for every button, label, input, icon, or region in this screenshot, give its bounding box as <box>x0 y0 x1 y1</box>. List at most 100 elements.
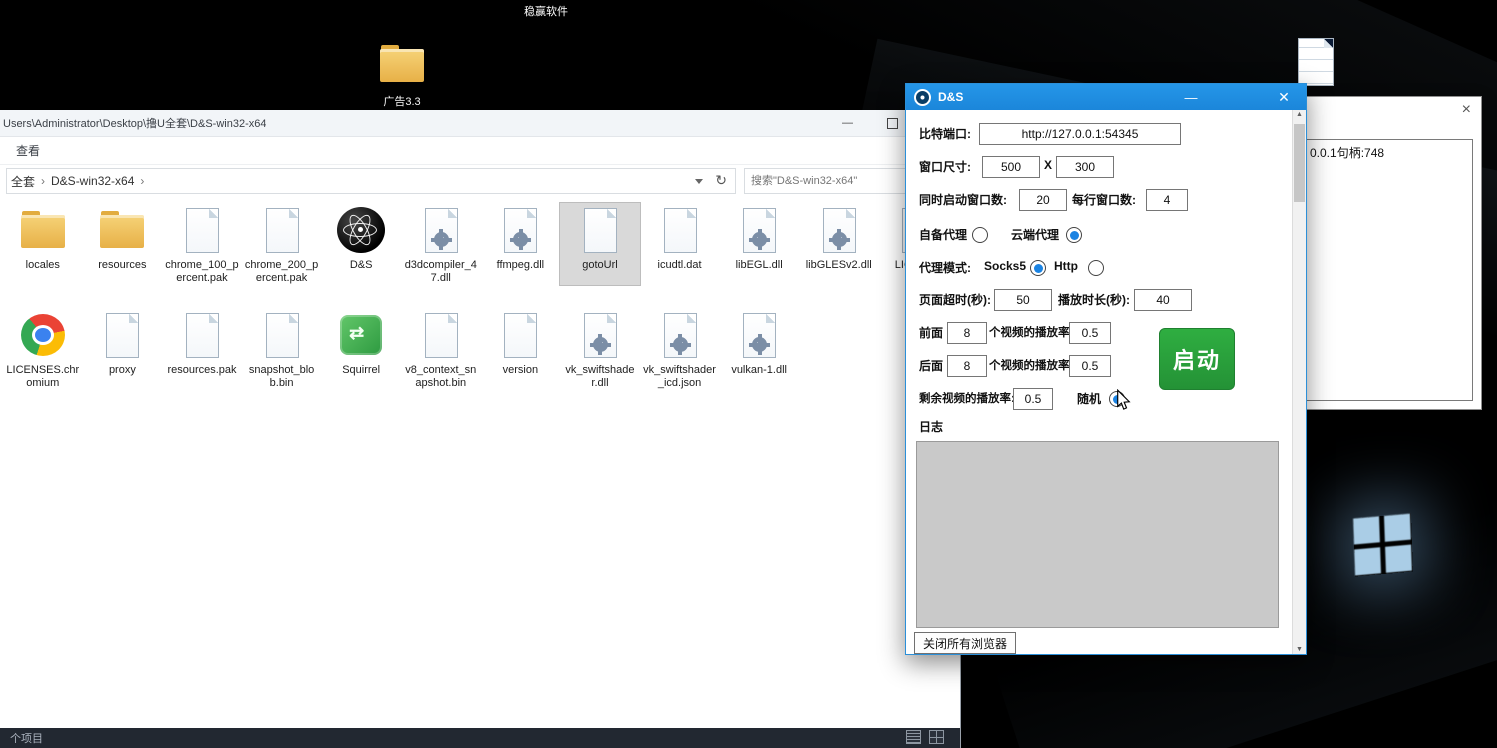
per-row-input[interactable] <box>1146 189 1188 211</box>
gear-doc-icon <box>815 206 863 256</box>
desktop-icon-label-winsoft[interactable]: 稳赢软件 <box>524 3 568 19</box>
back-label: 后面 <box>919 357 943 374</box>
file-item[interactable]: chrome_200_percent.pak <box>242 203 322 285</box>
explorer-titlebar[interactable]: Users\Administrator\Desktop\撸U全套\D&S-win… <box>0 110 960 137</box>
file-item[interactable]: icudtl.dat <box>640 203 720 285</box>
log-line: 0.0.1句柄:748 <box>1310 144 1384 161</box>
remaining-rate-input[interactable] <box>1013 388 1053 410</box>
file-label: resources <box>98 259 146 272</box>
refresh-icon[interactable]: ↻ <box>715 172 727 189</box>
file-item[interactable]: proxy <box>83 308 163 390</box>
file-item[interactable]: LICENSES.chromium <box>3 308 83 390</box>
desktop-icon-text-doc[interactable] <box>1284 38 1348 86</box>
gear-doc-icon <box>656 311 704 361</box>
back-rate-input[interactable] <box>1069 355 1111 377</box>
http-radio[interactable] <box>1088 260 1104 276</box>
file-item[interactable]: vk_swiftshader.dll <box>560 308 640 390</box>
address-dropdown-icon[interactable] <box>695 179 703 184</box>
close-all-browsers-button[interactable]: 关闭所有浏览器 <box>914 632 1016 654</box>
dns-body: 比特端口: 窗口尺寸: X 同时启动窗口数: 每行窗口数: 自备代理 云端代理 <box>906 110 1293 654</box>
document-icon <box>656 206 704 256</box>
file-item[interactable]: D&S <box>321 203 401 285</box>
log-output-area[interactable] <box>916 441 1279 628</box>
file-label: vulkan-1.dll <box>731 364 787 377</box>
window-width-input[interactable] <box>982 156 1040 178</box>
menu-view[interactable]: 查看 <box>16 142 40 159</box>
desktop-icon-ad-folder[interactable]: 广告3.3 <box>370 40 434 109</box>
items-count-text: 个项目 <box>10 730 43 746</box>
own-proxy-radio[interactable] <box>972 227 988 243</box>
file-label: chrome_200_percent.pak <box>245 259 319 285</box>
file-item[interactable]: libEGL.dll <box>719 203 799 285</box>
file-label: icudtl.dat <box>658 259 702 272</box>
explorer-status-bar: 个项目 <box>0 728 960 748</box>
file-label: v8_context_snapshot.bin <box>404 364 478 390</box>
file-label: chrome_100_percent.pak <box>165 259 239 285</box>
file-label: resources.pak <box>167 364 236 377</box>
file-item[interactable]: snapshot_blob.bin <box>242 308 322 390</box>
document-icon <box>178 206 226 256</box>
window-title: D&S <box>938 90 963 104</box>
scroll-up-icon[interactable]: ▲ <box>1293 111 1306 118</box>
back-count-input[interactable] <box>947 355 987 377</box>
file-item[interactable]: chrome_100_percent.pak <box>162 203 242 285</box>
back-rate-label: 个视频的播放率: <box>989 357 1073 373</box>
scroll-down-icon[interactable]: ▼ <box>1293 646 1306 653</box>
play-duration-input[interactable] <box>1134 289 1192 311</box>
dns-titlebar[interactable]: D&S — ✕ <box>906 84 1306 110</box>
port-label: 比特端口: <box>919 125 971 142</box>
front-count-input[interactable] <box>947 322 987 344</box>
folder-icon <box>378 40 426 90</box>
file-item[interactable]: d3dcompiler_47.dll <box>401 203 481 285</box>
window-height-input[interactable] <box>1056 156 1114 178</box>
file-item[interactable]: ffmpeg.dll <box>481 203 561 285</box>
maximize-icon <box>887 118 898 129</box>
list-view-icon[interactable] <box>906 730 921 744</box>
thumbnail-view-icon[interactable] <box>929 730 944 744</box>
file-item-selected[interactable]: gotoUrl <box>560 203 640 285</box>
file-item[interactable]: vulkan-1.dll <box>719 308 799 390</box>
minimize-button[interactable]: — <box>825 110 870 136</box>
close-button[interactable]: ✕ <box>1264 84 1304 110</box>
folder-icon <box>98 206 146 256</box>
file-label: D&S <box>350 259 373 272</box>
scrollbar-thumb[interactable] <box>1294 124 1305 202</box>
file-label: libGLESv2.dll <box>806 259 872 272</box>
explorer-menu-bar: 查看 <box>0 136 960 165</box>
file-item[interactable]: resources.pak <box>162 308 242 390</box>
file-label: version <box>503 364 538 377</box>
explorer-address-row: 全套 › D&S-win32-x64 › ↻ <box>0 164 960 198</box>
scrollbar[interactable]: ▲ ▼ <box>1292 110 1306 654</box>
gear-doc-icon <box>496 206 544 256</box>
file-item[interactable]: version <box>481 308 561 390</box>
address-bar[interactable]: 全套 › D&S-win32-x64 › ↻ <box>6 168 736 194</box>
file-label: vk_swiftshader_icd.json <box>643 364 717 390</box>
cloud-proxy-radio[interactable] <box>1066 227 1082 243</box>
file-item[interactable]: v8_context_snapshot.bin <box>401 308 481 390</box>
desktop-icon-label: 广告3.3 <box>383 93 420 109</box>
close-icon[interactable]: × <box>1462 101 1471 119</box>
breadcrumb-separator: › <box>41 174 45 188</box>
file-item[interactable]: locales <box>3 203 83 285</box>
file-grid-row: locales resources chrome_100_percent.pak… <box>3 203 958 285</box>
file-item[interactable]: resources <box>83 203 163 285</box>
port-input[interactable] <box>979 123 1181 145</box>
breadcrumb-root[interactable]: 全套 <box>11 173 35 190</box>
concurrent-windows-input[interactable] <box>1019 189 1067 211</box>
file-label: Squirrel <box>342 364 380 377</box>
document-icon <box>258 206 306 256</box>
file-item[interactable]: Squirrel <box>321 308 401 390</box>
page-timeout-input[interactable] <box>994 289 1052 311</box>
play-duration-label: 播放时长(秒): <box>1058 291 1130 308</box>
app-icon <box>914 89 931 106</box>
file-item[interactable]: libGLESv2.dll <box>799 203 879 285</box>
chrome-icon <box>19 311 67 361</box>
minimize-button[interactable]: — <box>1171 84 1211 110</box>
socks5-radio[interactable] <box>1030 260 1046 276</box>
file-item[interactable]: vk_swiftshader_icd.json <box>640 308 720 390</box>
dns-app-icon <box>337 206 385 256</box>
front-label: 前面 <box>919 324 943 341</box>
breadcrumb-current[interactable]: D&S-win32-x64 <box>51 174 134 188</box>
start-button[interactable]: 启动 <box>1159 328 1235 390</box>
front-rate-input[interactable] <box>1069 322 1111 344</box>
